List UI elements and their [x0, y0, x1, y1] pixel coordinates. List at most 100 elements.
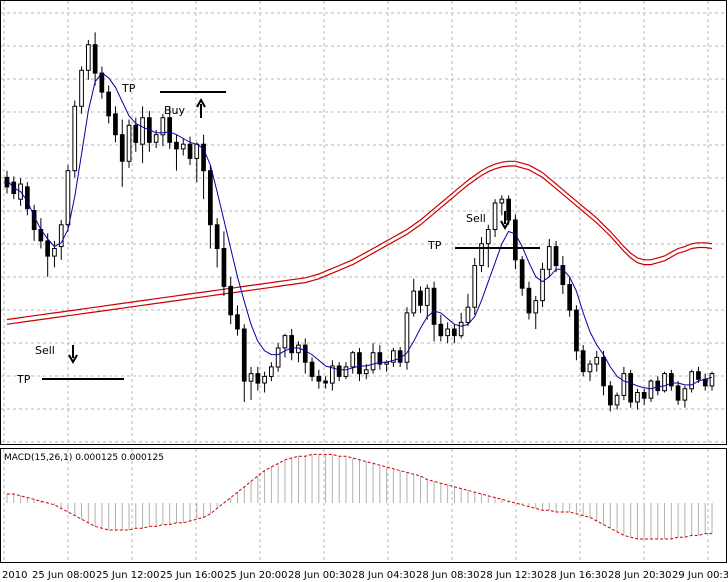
candle-bull: [424, 287, 430, 306]
candle-bull: [614, 394, 620, 406]
candle-bull: [72, 105, 78, 172]
candle-bull: [180, 143, 186, 150]
candle-bear: [106, 91, 112, 117]
candle-bear: [235, 314, 240, 330]
candle-bear: [696, 371, 701, 380]
candle-bull: [689, 371, 694, 390]
candle-bear: [25, 186, 30, 210]
candle-bear: [316, 375, 322, 382]
candle-bear: [133, 124, 139, 143]
sell-label-2: Sell: [466, 212, 486, 225]
candle-bear: [241, 328, 247, 382]
candle-bear: [45, 240, 50, 257]
candle-bear: [702, 378, 708, 387]
candle-bull: [465, 306, 471, 323]
candle-bull: [153, 134, 159, 143]
candle-bear: [357, 352, 362, 375]
candle-bear: [113, 113, 118, 136]
candle-bull: [343, 366, 349, 377]
candle-bear: [560, 265, 566, 285]
x-tick-label: 25 Jun 08:00: [32, 570, 96, 581]
candle-bear: [323, 380, 328, 384]
x-tick-label: 28 Jun 04:30: [352, 570, 416, 581]
candle-bear: [431, 287, 437, 325]
candle-bull: [404, 312, 410, 363]
candle-bear: [167, 117, 173, 143]
candle-bull: [86, 44, 91, 71]
candle-bull: [499, 198, 505, 204]
x-tick-label: 28 Jun 12:30: [480, 570, 544, 581]
x-tick-label: 28 Jun 00:30: [288, 570, 352, 581]
candle-bear: [608, 385, 613, 406]
candle-bull: [546, 246, 552, 270]
candle-bull: [194, 143, 200, 159]
candle-bull: [709, 373, 715, 387]
x-tick-label: 28 Jun 16:30: [544, 570, 608, 581]
candle-bear: [99, 72, 105, 93]
candle-bull: [79, 69, 84, 107]
candle-bull: [140, 117, 145, 145]
buy-label: Buy: [164, 104, 186, 117]
tp-label-1: TP: [121, 82, 136, 95]
candle-bull: [370, 352, 376, 371]
candle-bear: [418, 290, 423, 306]
indicator-label: MACD(15,26,1) 0.000125 0.000125: [4, 453, 164, 463]
candle-bull: [485, 229, 491, 245]
candle-bear: [187, 143, 193, 159]
candle-bull: [662, 373, 667, 392]
x-tick-label: 25 Jun 20:00: [224, 570, 288, 581]
candle-bull: [248, 373, 254, 382]
candle-bull: [275, 347, 281, 368]
candle-bull: [540, 268, 545, 302]
candle-bear: [174, 141, 179, 150]
candle-bear: [574, 309, 579, 352]
candle-bull: [621, 373, 627, 396]
candle-bear: [526, 287, 532, 314]
candle-bear: [553, 246, 559, 267]
candle-bull: [262, 375, 267, 384]
x-tick-label: 28 Jun 08:30: [416, 570, 480, 581]
candle-bull: [492, 202, 498, 230]
candle-bear: [438, 323, 444, 337]
candle-bear: [675, 385, 681, 401]
candle-bear: [302, 344, 308, 363]
candle-bear: [228, 285, 234, 316]
candle-bear: [309, 361, 315, 377]
candle-bear: [628, 373, 633, 403]
tp-label-2: TP: [16, 373, 31, 386]
candle-bear: [214, 224, 220, 250]
candle-bear: [519, 259, 525, 289]
candle-bull: [350, 352, 356, 368]
candle-bull: [282, 335, 288, 349]
candle-bull: [635, 392, 640, 403]
x-tick-label: 29 Jun 00:30: [672, 570, 728, 581]
candle-bear: [119, 134, 125, 162]
candle-bull: [445, 328, 450, 337]
candle-bull: [458, 321, 464, 337]
x-tick-label: 25 Jun 16:00: [160, 570, 224, 581]
candle-bull: [65, 170, 71, 226]
candle-bear: [208, 170, 213, 226]
candle-bull: [648, 380, 654, 399]
candle-bear: [289, 335, 294, 354]
candle-bull: [269, 366, 274, 377]
candle-bull: [533, 300, 539, 314]
candle-bear: [255, 373, 261, 384]
candle-bear: [452, 328, 457, 337]
candle-bear: [92, 44, 98, 74]
tp-label-3: TP: [427, 239, 442, 252]
candle-bull: [594, 356, 600, 365]
chart-background: [0, 0, 728, 582]
candle-bear: [567, 284, 572, 311]
candle-bull: [587, 363, 593, 373]
candle-bear: [336, 365, 342, 377]
candle-bear: [655, 380, 661, 392]
candle-bull: [479, 243, 484, 266]
candle-bull: [411, 290, 417, 314]
candle-bear: [641, 392, 647, 399]
candle-bear: [601, 356, 606, 387]
x-axis-labels: 2010 25 Jun 08:00 25 Jun 12:00 25 Jun 16:00…: [2, 570, 728, 581]
candle-bear: [506, 198, 511, 221]
x-tick-label: 25 Jun 12:00: [96, 570, 160, 581]
candle-bear: [513, 219, 518, 261]
